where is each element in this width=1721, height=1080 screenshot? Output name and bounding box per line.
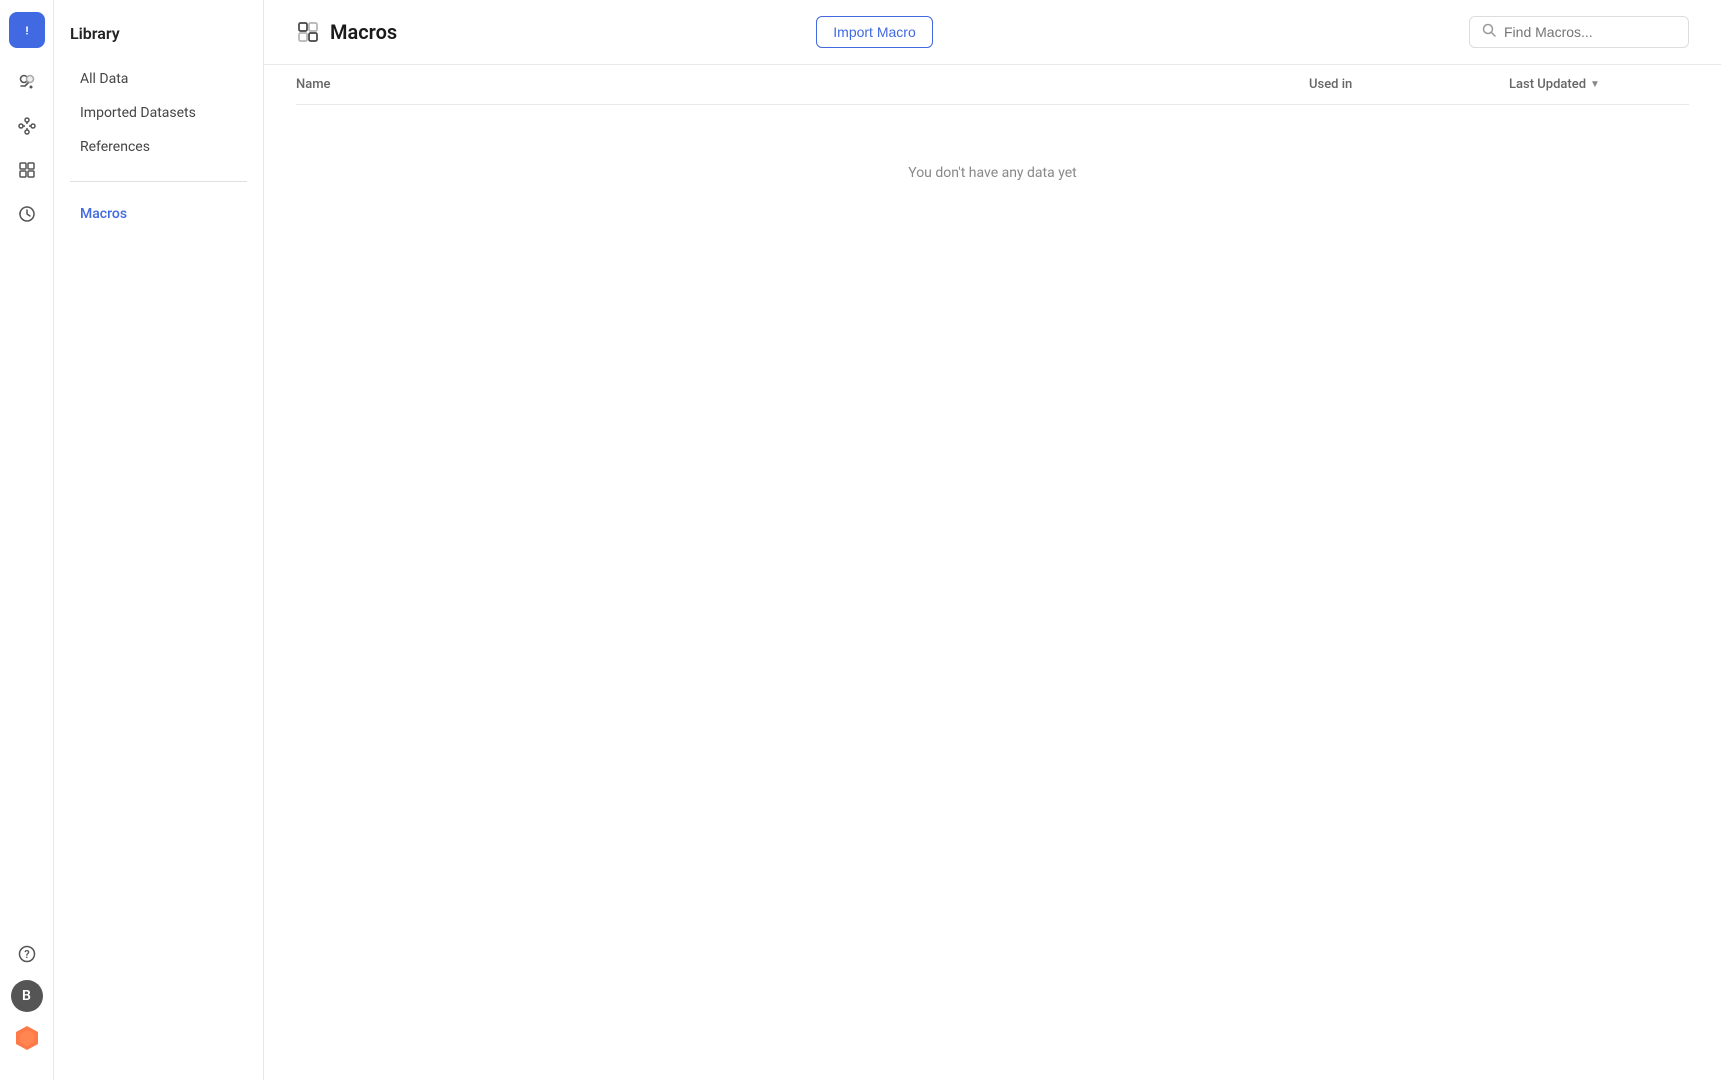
sidebar-item-references[interactable]: References — [70, 131, 247, 163]
widgets-icon[interactable] — [9, 152, 45, 188]
sidebar-item-all-data[interactable]: All Data — [70, 63, 247, 95]
nodes-icon[interactable] — [9, 108, 45, 144]
gem-icon[interactable] — [9, 1020, 45, 1056]
main-header: Macros Import Macro — [264, 0, 1721, 65]
main-content: Macros Import Macro Name Used in Last Up… — [264, 0, 1721, 1080]
col-used-in-header: Used in — [1309, 77, 1509, 92]
table-area: Name Used in Last Updated ▼ You don't ha… — [264, 65, 1721, 1080]
app-logo-icon[interactable]: ! — [9, 12, 45, 48]
col-last-updated-header[interactable]: Last Updated ▼ — [1509, 77, 1689, 92]
svg-text:?: ? — [24, 948, 29, 961]
search-input[interactable] — [1504, 24, 1676, 40]
empty-message: You don't have any data yet — [908, 165, 1077, 181]
history-icon[interactable] — [9, 196, 45, 232]
page-title-area: Macros — [296, 20, 800, 44]
sidebar-title: Library — [70, 24, 247, 43]
import-macro-button[interactable]: Import Macro — [816, 16, 932, 48]
search-box — [1469, 16, 1689, 48]
col-name-header: Name — [296, 77, 1309, 92]
empty-state: You don't have any data yet — [296, 105, 1689, 241]
help-icon[interactable]: ? — [9, 936, 45, 972]
table-header: Name Used in Last Updated ▼ — [296, 65, 1689, 105]
svg-text:!: ! — [25, 25, 28, 38]
sidebar-item-imported-datasets[interactable]: Imported Datasets — [70, 97, 247, 129]
icon-rail: ! — [0, 0, 54, 1080]
sort-icon: ▼ — [1590, 79, 1600, 90]
layers-icon[interactable] — [9, 64, 45, 100]
sidebar-item-macros[interactable]: Macros — [70, 198, 247, 230]
search-icon — [1482, 23, 1496, 41]
macros-page-icon — [296, 20, 320, 44]
sidebar-divider — [70, 181, 247, 182]
user-avatar[interactable]: B — [11, 980, 43, 1012]
page-title: Macros — [330, 20, 397, 44]
sidebar: Library All Data Imported Datasets Refer… — [54, 0, 264, 1080]
